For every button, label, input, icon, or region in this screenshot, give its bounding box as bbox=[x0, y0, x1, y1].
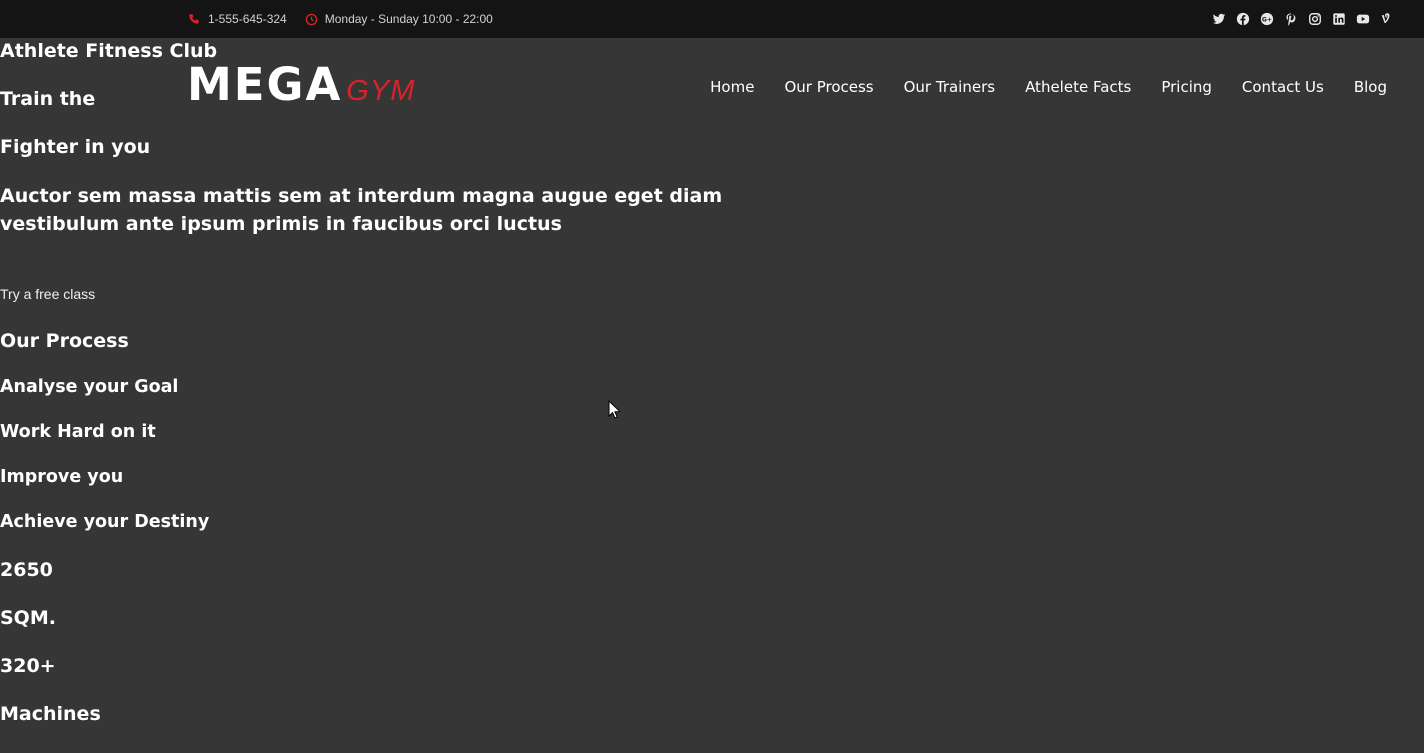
fact-value-machines: 320+ bbox=[0, 655, 56, 677]
twitter-icon[interactable] bbox=[1212, 12, 1226, 26]
logo-accent-text: GYM bbox=[346, 75, 416, 107]
hero-description-line1: Auctor sem massa mattis sem at interdum … bbox=[0, 185, 723, 207]
opening-hours: Monday - Sunday 10:00 - 22:00 bbox=[324, 12, 493, 26]
instagram-icon[interactable] bbox=[1308, 12, 1322, 26]
try-free-class-link[interactable]: Try a free class bbox=[0, 286, 95, 302]
hero-title-line1: Train the bbox=[0, 88, 96, 110]
process-step-3: Improve you bbox=[0, 467, 124, 487]
nav-contact-us[interactable]: Contact Us bbox=[1242, 78, 1324, 96]
hero-tagline: Athlete Fitness Club bbox=[0, 40, 218, 62]
process-step-2: Work Hard on it bbox=[0, 422, 156, 442]
main-nav: Home Our Process Our Trainers Athelete F… bbox=[710, 78, 1387, 96]
google-plus-icon[interactable]: G+ bbox=[1260, 12, 1274, 26]
fact-value-area: 2650 bbox=[0, 559, 53, 581]
svg-text:G+: G+ bbox=[1262, 17, 1272, 24]
linkedin-icon[interactable] bbox=[1332, 12, 1346, 26]
social-links: G+ bbox=[1212, 0, 1394, 38]
fact-label-machines: Machines bbox=[0, 703, 101, 725]
process-heading: Our Process bbox=[0, 330, 129, 352]
phone-icon bbox=[188, 12, 202, 26]
phone-number: 1-555-645-324 bbox=[208, 12, 287, 26]
contact-info: 1-555-645-324 Monday - Sunday 10:00 - 22… bbox=[188, 0, 493, 38]
nav-our-trainers[interactable]: Our Trainers bbox=[904, 78, 995, 96]
mouse-cursor-icon bbox=[608, 400, 620, 419]
nav-home[interactable]: Home bbox=[710, 78, 754, 96]
nav-pricing[interactable]: Pricing bbox=[1161, 78, 1212, 96]
top-bar: 1-555-645-324 Monday - Sunday 10:00 - 22… bbox=[0, 0, 1424, 38]
logo-main-text: MEGA bbox=[187, 58, 343, 111]
process-step-4: Achieve your Destiny bbox=[0, 512, 210, 532]
clock-icon bbox=[305, 12, 319, 26]
pinterest-icon[interactable] bbox=[1284, 12, 1298, 26]
vine-icon[interactable] bbox=[1380, 12, 1394, 26]
site-logo[interactable]: MEGA GYM bbox=[187, 62, 415, 108]
hero-description-line2: vestibulum ante ipsum primis in faucibus… bbox=[0, 213, 562, 235]
nav-our-process[interactable]: Our Process bbox=[784, 78, 873, 96]
facebook-icon[interactable] bbox=[1236, 12, 1250, 26]
nav-athelete-facts[interactable]: Athelete Facts bbox=[1025, 78, 1131, 96]
hero-title-line2: Fighter in you bbox=[0, 136, 151, 158]
nav-blog[interactable]: Blog bbox=[1354, 78, 1387, 96]
youtube-icon[interactable] bbox=[1356, 12, 1370, 26]
fact-label-area: SQM. bbox=[0, 607, 56, 629]
process-step-1: Analyse your Goal bbox=[0, 377, 179, 397]
